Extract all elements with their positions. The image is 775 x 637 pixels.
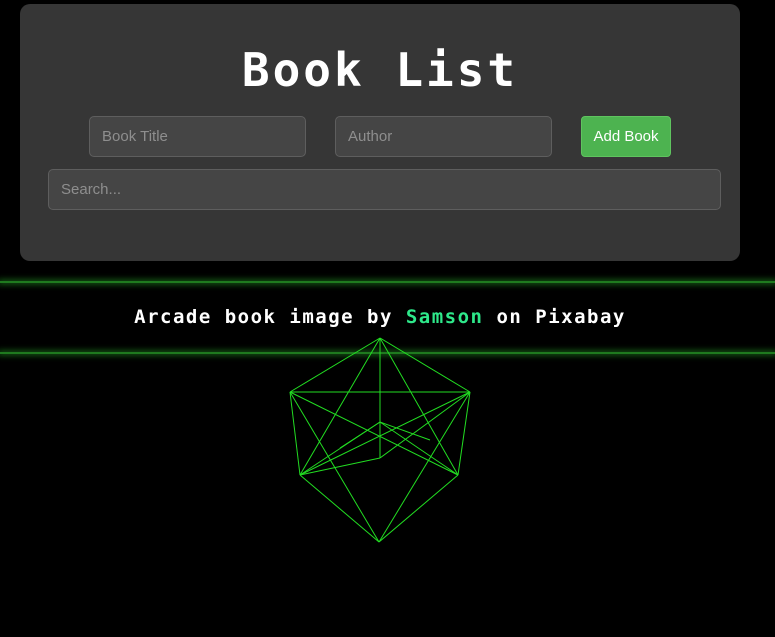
credit-suffix: on Pixabay: [483, 306, 626, 328]
page-title: Book List: [241, 43, 519, 97]
search-input[interactable]: [48, 169, 721, 210]
book-list-panel: Book List Add Book: [20, 4, 740, 261]
wireframe-cube-image: [289, 337, 471, 543]
image-credit: Arcade book image by Samson on Pixabay: [0, 304, 760, 330]
credit-prefix: Arcade book image by: [134, 306, 406, 328]
book-title-input[interactable]: [89, 116, 306, 157]
author-link[interactable]: Samson: [406, 306, 484, 328]
add-book-button[interactable]: Add Book: [581, 116, 671, 157]
author-input[interactable]: [335, 116, 552, 157]
top-glow-divider: [0, 281, 775, 283]
wireframe-cube-lines: [289, 337, 471, 543]
